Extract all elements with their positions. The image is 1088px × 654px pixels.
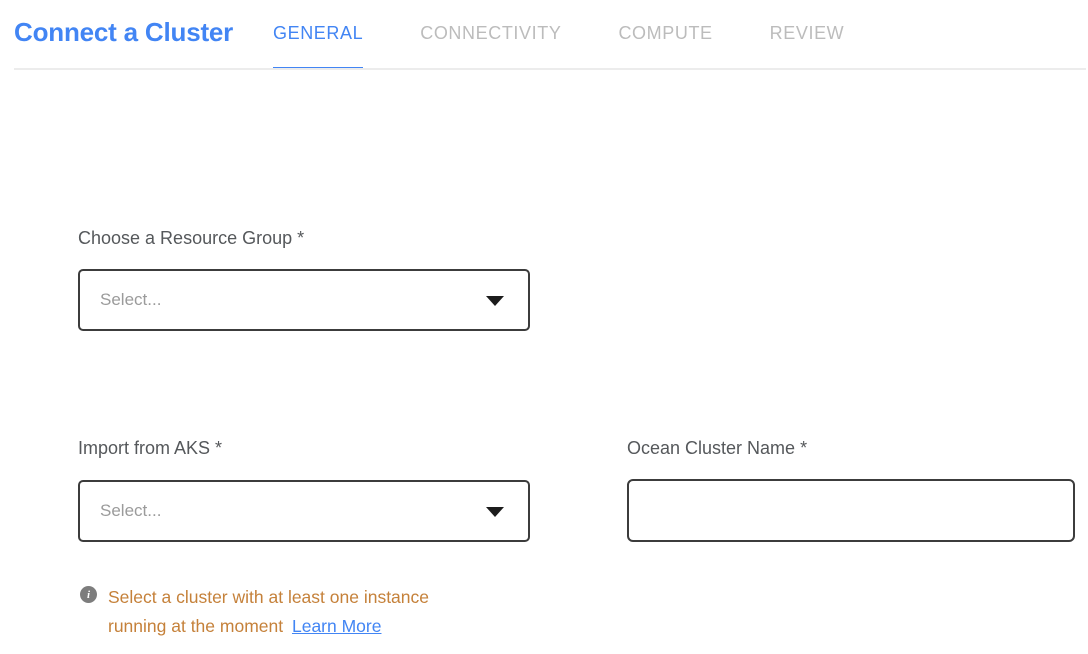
import-aks-placeholder: Select... bbox=[100, 501, 161, 521]
import-aks-label: Import from AKS * bbox=[78, 438, 222, 459]
info-icon: i bbox=[80, 586, 97, 603]
resource-group-placeholder: Select... bbox=[100, 290, 161, 310]
ocean-cluster-name-input[interactable] bbox=[627, 479, 1075, 542]
tab-compute-label: COMPUTE bbox=[618, 23, 712, 44]
learn-more-link[interactable]: Learn More bbox=[292, 616, 382, 636]
tab-review-label: REVIEW bbox=[770, 23, 845, 44]
note-text: Select a cluster with at least one insta… bbox=[108, 583, 480, 640]
tab-review[interactable]: REVIEW bbox=[770, 0, 845, 70]
resource-group-label: Choose a Resource Group * bbox=[78, 228, 304, 249]
tab-connectivity[interactable]: CONNECTIVITY bbox=[420, 0, 561, 70]
ocean-cluster-name-label: Ocean Cluster Name * bbox=[627, 438, 807, 459]
tab-general[interactable]: GENERAL bbox=[273, 0, 363, 70]
tab-compute[interactable]: COMPUTE bbox=[618, 0, 712, 70]
header-divider bbox=[14, 68, 1086, 70]
cluster-instance-note: i Select a cluster with at least one ins… bbox=[80, 583, 480, 640]
import-aks-select[interactable]: Select... bbox=[78, 480, 530, 542]
resource-group-select[interactable]: Select... bbox=[78, 269, 530, 331]
wizard-header: Connect a Cluster GENERAL CONNECTIVITY C… bbox=[0, 0, 1088, 70]
chevron-down-icon bbox=[486, 296, 504, 306]
tab-connectivity-label: CONNECTIVITY bbox=[420, 23, 561, 44]
wizard-tabs: GENERAL CONNECTIVITY COMPUTE REVIEW bbox=[273, 0, 844, 70]
page-title: Connect a Cluster bbox=[14, 17, 233, 48]
chevron-down-icon bbox=[486, 507, 504, 517]
tab-general-label: GENERAL bbox=[273, 23, 363, 44]
